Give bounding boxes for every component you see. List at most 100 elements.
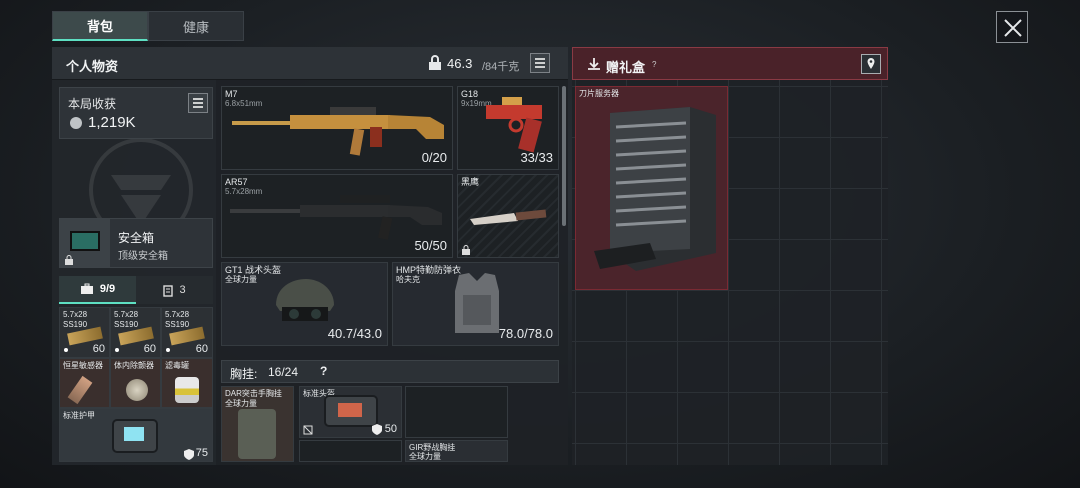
canister-icon <box>175 377 199 403</box>
scrollbar[interactable] <box>562 86 566 226</box>
dot-icon <box>166 348 170 352</box>
weapon-name: 黑鹰 <box>461 177 480 187</box>
locate-button[interactable] <box>861 54 881 74</box>
pouch-alt-count: 3 <box>179 284 186 296</box>
vest-icon <box>455 273 499 333</box>
gift-title: 赠礼盒 <box>606 60 646 75</box>
vest-slot[interactable]: HMP特勤防弹衣 哈夫克 78.0/78.0 <box>392 262 559 346</box>
ammo-label: 5.7x28 SS190 <box>165 310 190 329</box>
rig-name: DAR突击手胸挂 <box>225 389 282 398</box>
chest-help[interactable]: ? <box>320 364 327 378</box>
item-label: 体内除颤器 <box>114 361 154 370</box>
ammo-count: 60 <box>143 343 156 355</box>
item-defibrillator[interactable]: 体内除颤器 <box>110 358 161 408</box>
rig-brand: 全球力量 <box>409 452 441 461</box>
chest-value: 16/24 <box>268 365 299 379</box>
weapon-ammo: 0/20 <box>421 150 447 165</box>
list-icon <box>193 98 203 108</box>
weapon-slot-ar57[interactable]: AR57 5.7x28mm 50/50 <box>221 174 453 258</box>
item-standard-armor[interactable]: 标准护甲 75 <box>59 408 213 462</box>
shield-icon <box>372 424 382 435</box>
ammo-slot-3[interactable]: 5.7x28 SS190 60 <box>161 307 213 358</box>
chest-rig-gir[interactable]: GIR野战胸挂 全球力量 <box>405 440 508 462</box>
weapon-ammo: 33/33 <box>520 150 553 165</box>
chest-label: 胸挂: <box>230 367 258 381</box>
personal-header: 个人物资 46.3 /84千克 <box>52 47 568 80</box>
defibrillator-icon <box>126 379 148 401</box>
item-label: 滤毒罐 <box>165 361 189 370</box>
helmet-slot[interactable]: GT1 战术头盔 全球力量 40.7/43.0 <box>221 262 388 346</box>
ammo-slot-2[interactable]: 5.7x28 SS190 60 <box>110 307 161 358</box>
no-image-icon <box>303 425 313 435</box>
ammo-count: 60 <box>195 343 208 355</box>
gift-item-blade-server[interactable]: 刀片服务器 <box>575 86 728 290</box>
knife-icon <box>470 209 547 225</box>
close-button[interactable] <box>996 11 1028 43</box>
weapon-slot-g18[interactable]: G18 9x19mm 33/33 <box>457 86 559 170</box>
weapon-ammo: 50/50 <box>414 238 447 253</box>
harvest-card: 本局收获 1,219K <box>59 87 213 139</box>
safebox-icon <box>70 231 100 251</box>
armor-value: 40.7/43.0 <box>327 326 382 341</box>
pouch-main-count: 9/9 <box>99 283 116 295</box>
chest-header: 胸挂: 16/24 ? <box>221 360 559 383</box>
sensor-icon <box>67 375 93 405</box>
list-icon <box>535 58 545 68</box>
weapon-name: AR57 <box>225 177 248 187</box>
safebox-title: 安全箱 <box>118 231 155 245</box>
dot-icon <box>115 348 119 352</box>
gift-header: 赠礼盒 ? <box>572 47 888 80</box>
briefcase-icon <box>80 283 93 294</box>
ammo-slot-1[interactable]: 5.7x28 SS190 60 <box>59 307 110 358</box>
harvest-list-button[interactable] <box>188 93 208 113</box>
sort-button[interactable] <box>530 53 550 73</box>
rig-icon <box>238 409 276 459</box>
rifle-m7-icon <box>232 107 444 156</box>
safebox-card[interactable]: 安全箱 顶级安全箱 <box>59 218 213 268</box>
harvest-value: 1,219K <box>88 114 136 131</box>
dot-icon <box>64 348 68 352</box>
item-star-sensor[interactable]: 恒星敏感器 <box>59 358 110 408</box>
chest-empty-slot-2[interactable] <box>299 440 402 462</box>
melee-slot-blackhawk[interactable]: 黑鹰 <box>457 174 559 258</box>
safebox-slot <box>60 219 110 267</box>
weight-max: /84千克 <box>482 61 520 73</box>
safebox-subtitle: 顶级安全箱 <box>118 251 168 262</box>
armor-brand: 哈夫克 <box>396 275 420 284</box>
bag-screen-icon <box>338 403 362 417</box>
tab-backpack[interactable]: 背包 <box>52 11 148 41</box>
armor-name: GT1 战术头盔 <box>225 265 282 275</box>
shield-icon <box>184 449 194 460</box>
chest-rig-dar[interactable]: DAR突击手胸挂 全球力量 <box>221 386 294 462</box>
tab-pouch-alt[interactable]: 3 <box>136 276 213 304</box>
chest-empty-slot[interactable] <box>405 386 508 438</box>
item-label: 恒星敏感器 <box>63 361 103 370</box>
close-icon <box>1004 19 1022 37</box>
weight-current: 46.3 <box>447 56 473 71</box>
weapon-slot-m7[interactable]: M7 6.8x51mm 0/20 <box>221 86 453 170</box>
pistol-g18-icon <box>486 97 542 153</box>
tab-pouch-main[interactable]: 9/9 <box>59 276 136 304</box>
armor-brand: 全球力量 <box>225 275 257 284</box>
item-label: 标准护甲 <box>63 411 95 420</box>
ammo-label: 5.7x28 SS190 <box>63 310 88 329</box>
personal-title: 个人物资 <box>66 59 119 74</box>
gift-item-label: 刀片服务器 <box>579 89 619 98</box>
ammo-count: 60 <box>92 343 105 355</box>
item-filter-canister[interactable]: 滤毒罐 <box>161 358 213 408</box>
harvest-title: 本局收获 <box>68 97 117 111</box>
helmet-value: 50 <box>384 423 397 435</box>
bag-screen-icon <box>124 427 144 441</box>
weight-lock-icon <box>429 55 441 70</box>
server-icon <box>594 107 716 271</box>
tab-health[interactable]: 健康 <box>148 11 244 41</box>
lock-icon <box>462 245 470 255</box>
chest-standard-helmet[interactable]: 标准头盔 50 <box>299 386 402 438</box>
clipboard-icon <box>163 284 174 297</box>
ammo-label: 5.7x28 SS190 <box>114 310 139 329</box>
weapon-name: G18 <box>461 89 479 99</box>
gift-help[interactable]: ? <box>652 60 656 69</box>
download-icon <box>588 58 600 70</box>
pin-icon <box>867 58 875 69</box>
coin-icon <box>70 117 82 129</box>
